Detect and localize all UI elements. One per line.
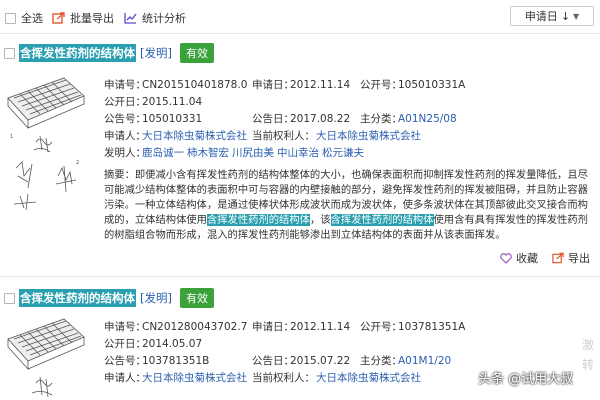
grant-no-value: 105010331 [142,113,203,125]
app-date-label: 申请日： [252,79,294,91]
grant-date-value: 2017.08.22 [290,113,351,125]
side-ghost-text: 转 [582,358,595,372]
grant-no-label: 公告号： [104,113,146,125]
grant-date-value: 2015.07.22 [290,355,351,367]
holder-label: 当前权利人： [252,130,315,142]
status-badge: 有效 [179,43,214,63]
batch-export-button[interactable]: 批量导出 [52,10,114,26]
pub-no-label: 公开号： [360,79,402,91]
app-date-value: 2012.11.14 [290,79,351,91]
abstract-text: ，该 [309,214,331,226]
sort-select[interactable]: 申请日 ↓ ▼ [510,6,594,26]
record-title-link[interactable]: 含挥发性药剂的结构体 [19,289,136,307]
abstract-label: 摘要： [104,169,135,181]
chevron-down-icon: ▼ [573,11,580,21]
select-all-control[interactable]: 全选 [5,10,43,26]
abstract-highlight: 含挥发性药剂的结构体 [206,214,310,226]
inventor-link[interactable]: 柿木智宏 [187,146,229,160]
select-all-checkbox[interactable] [5,12,16,24]
applicant-label: 申请人： [104,372,146,384]
pub-date-value: 2015.11.04 [142,96,203,108]
grant-date-label: 公告日： [252,355,294,367]
app-date-label: 申请日： [252,321,294,333]
patent-record: 含挥发性药剂的结构体 [发明] 有效 1 2 申请号： CN2015104018… [0,38,600,273]
svg-text:1: 1 [10,134,13,140]
select-all-label: 全选 [21,12,43,25]
app-no-value: CN201280043702.7 [142,321,248,333]
inventor-link[interactable]: 鹿岛诚一 [142,146,184,160]
record-title-link[interactable]: 含挥发性药剂的结构体 [19,44,136,62]
abstract-highlight: 含挥发性药剂的结构体 [330,214,434,226]
favorite-button[interactable]: 收藏 [500,250,538,266]
inventor-label: 发明人： [104,147,146,159]
record-checkbox[interactable] [4,292,15,304]
pub-no-label: 公开号： [360,321,402,333]
chart-line-icon [124,13,137,24]
record-title-row: 含挥发性药剂的结构体 [发明] 有效 [4,288,214,308]
inventor-link[interactable]: 中山幸治 [277,146,319,160]
app-date-value: 2012.11.14 [290,321,351,333]
side-ghost-text: 激 [582,338,595,352]
watermark: 头条 @试用大叔 [478,372,574,387]
pub-no-value: 105010331A [398,79,466,91]
applicant-link[interactable]: 大日本除虫菊株式会社 [142,129,247,143]
status-badge: 有效 [179,288,214,308]
grant-date-label: 公告日： [252,113,294,125]
record-title-row: 含挥发性药剂的结构体 [发明] 有效 [4,43,214,63]
ipc-link[interactable]: A01N25/08 [398,112,457,126]
ipc-label: 主分类： [360,355,402,367]
grant-no-value: 103781351B [142,355,210,367]
export-icon [52,12,65,24]
record-type-tag: [发明] [140,291,172,305]
ipc-label: 主分类： [360,113,402,125]
patent-drawing-thumbnail[interactable]: 1 2 [6,76,86,226]
record-divider [0,276,600,277]
holder-link[interactable]: 大日本除虫菊株式会社 [316,371,421,385]
pub-date-value: 2014.05.07 [142,338,203,350]
svg-text:2: 2 [76,160,79,166]
export-label: 导出 [568,252,590,265]
record-type-tag: [发明] [140,46,172,60]
sort-label: 申请日 [524,10,558,23]
pub-date-label: 公开日： [104,96,146,108]
grant-no-label: 公告号： [104,355,146,367]
patent-drawing-thumbnail[interactable] [6,317,86,400]
app-no-label: 申请号： [104,321,146,333]
applicant-label: 申请人： [104,130,146,142]
applicant-link[interactable]: 大日本除虫菊株式会社 [142,371,247,385]
stats-analysis-label: 统计分析 [142,12,186,25]
export-icon [552,252,564,264]
inventor-link[interactable]: 川尻由美 [232,146,274,160]
ipc-link[interactable]: A01M1/20 [398,354,451,368]
pub-date-label: 公开日： [104,338,146,350]
holder-link[interactable]: 大日本除虫菊株式会社 [316,129,421,143]
app-no-label: 申请号： [104,79,146,91]
inventor-link[interactable]: 松元谦夫 [322,146,364,160]
record-checkbox[interactable] [4,47,15,59]
export-button[interactable]: 导出 [552,250,590,266]
favorite-label: 收藏 [516,252,538,265]
results-toolbar: 全选 批量导出 统计分析 申请日 ↓ ▼ [0,0,600,34]
record-actions: 收藏 导出 [500,251,590,265]
sort-direction-icon: ↓ [560,9,571,23]
holder-label: 当前权利人： [252,372,315,384]
record-abstract: 摘要：即便减小含有挥发性药剂的结构体整体的大小，也确保表面积而抑制挥发性药剂的挥… [104,168,594,243]
batch-export-label: 批量导出 [70,12,114,25]
stats-analysis-button[interactable]: 统计分析 [124,10,186,26]
heart-icon [500,252,512,264]
app-no-value: CN201510401878.0 [142,79,248,91]
pub-no-value: 103781351A [398,321,466,333]
